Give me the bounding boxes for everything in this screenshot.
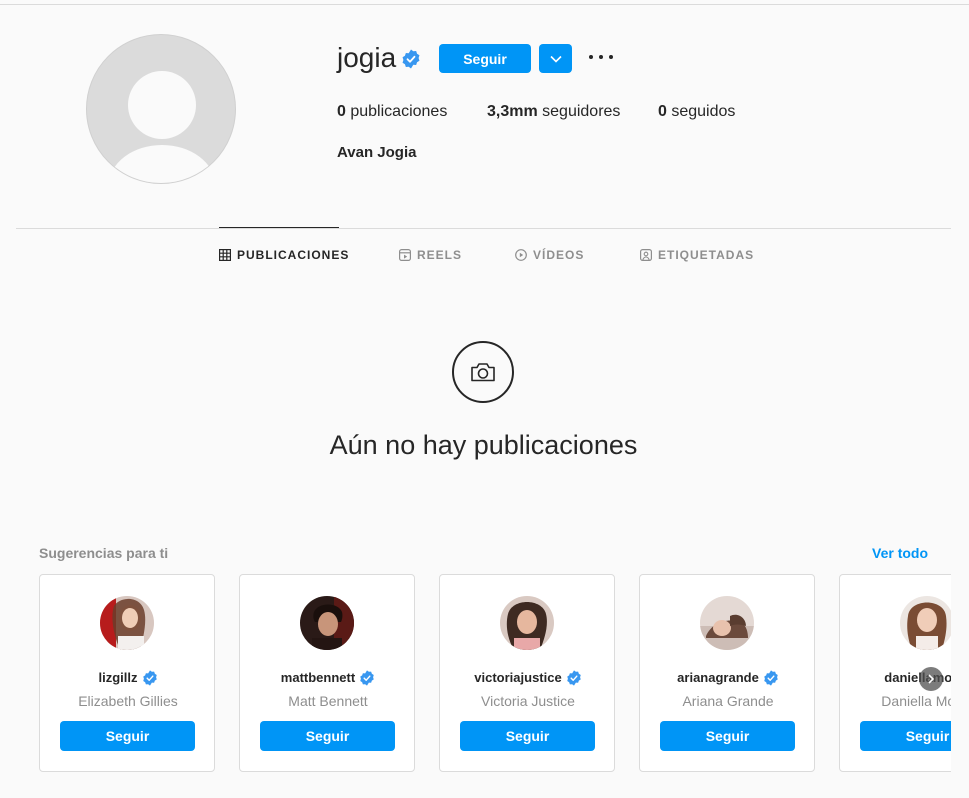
more-options-icon[interactable] bbox=[589, 47, 613, 67]
avatar[interactable] bbox=[700, 596, 754, 650]
suggestion-username-text: mattbennett bbox=[280, 670, 356, 685]
verified-badge-icon bbox=[142, 669, 157, 686]
verified-badge-icon bbox=[360, 669, 374, 686]
follow-button[interactable]: Seguir bbox=[860, 721, 951, 751]
suggestion-username-text: victoriajustice bbox=[474, 670, 562, 685]
suggestion-username-text: lizgillz bbox=[98, 670, 138, 685]
suggestion-username-text: arianagrande bbox=[677, 670, 759, 685]
suggestion-full-name: Elizabeth Gillies bbox=[78, 693, 178, 709]
suggestion-card: lizgillz Elizabeth Gillies Seguir bbox=[39, 574, 215, 772]
avatar-placeholder-head bbox=[128, 71, 196, 139]
avatar[interactable] bbox=[300, 596, 354, 650]
follow-button[interactable]: Seguir bbox=[439, 44, 531, 73]
follow-button[interactable]: Seguir bbox=[60, 721, 195, 751]
suggestion-username[interactable]: lizgillz bbox=[40, 669, 216, 686]
follow-button[interactable]: Seguir bbox=[660, 721, 795, 751]
suggestion-full-name: Daniella Monet bbox=[881, 693, 951, 709]
suggestion-full-name: Matt Bennett bbox=[288, 693, 368, 709]
profile-username: jogia bbox=[337, 42, 397, 73]
suggestion-card: arianagrande Ariana Grande Seguir bbox=[639, 574, 815, 772]
play-circle-icon bbox=[515, 249, 527, 261]
reels-icon bbox=[399, 249, 411, 261]
profile-avatar[interactable] bbox=[86, 34, 236, 184]
tab-posts-label: PUBLICACIONES bbox=[237, 248, 350, 262]
suggestion-full-name: Ariana Grande bbox=[682, 693, 774, 709]
suggestion-full-name: Victoria Justice bbox=[481, 693, 575, 709]
tab-tagged-label: ETIQUETADAS bbox=[658, 248, 755, 262]
tab-reels[interactable]: REELS bbox=[399, 248, 462, 262]
suggested-dropdown-button[interactable] bbox=[539, 44, 572, 73]
follow-button[interactable]: Seguir bbox=[260, 721, 395, 751]
camera-icon bbox=[452, 341, 514, 403]
tab-posts[interactable]: PUBLICACIONES bbox=[219, 248, 349, 262]
empty-state-title: Aún no hay publicaciones bbox=[0, 430, 969, 461]
avatar[interactable] bbox=[900, 596, 951, 650]
tab-reels-label: REELS bbox=[417, 248, 463, 262]
chevron-down-icon bbox=[549, 55, 562, 63]
suggestion-card: mattbennett Matt Bennett Seguir bbox=[239, 574, 415, 772]
tab-videos-label: VÍDEOS bbox=[533, 248, 585, 262]
chevron-right-icon bbox=[928, 674, 935, 684]
followers-stat[interactable]: 3,3mm seguidores bbox=[487, 103, 620, 121]
tab-tagged[interactable]: ETIQUETADAS bbox=[640, 248, 754, 262]
followers-count: 3,3mm bbox=[487, 103, 538, 120]
active-tab-indicator bbox=[219, 227, 339, 228]
posts-label: publicaciones bbox=[350, 103, 448, 120]
profile-full-name: Avan Jogia bbox=[337, 144, 417, 161]
tabs-divider bbox=[16, 228, 951, 229]
verified-badge-icon bbox=[764, 669, 778, 686]
followers-label: seguidores bbox=[542, 103, 621, 120]
suggestion-username[interactable]: arianagrande bbox=[640, 669, 816, 686]
follow-button[interactable]: Seguir bbox=[460, 721, 595, 751]
following-count: 0 bbox=[658, 103, 667, 120]
following-label: seguidos bbox=[671, 103, 736, 120]
avatar-placeholder-body bbox=[109, 145, 215, 183]
see-all-link[interactable]: Ver todo bbox=[872, 545, 928, 561]
posts-stat: 0 publicaciones bbox=[337, 103, 447, 121]
tab-videos[interactable]: VÍDEOS bbox=[515, 248, 584, 262]
suggestion-username[interactable]: victoriajustice bbox=[440, 669, 616, 686]
verified-badge-icon bbox=[402, 49, 420, 69]
posts-count: 0 bbox=[337, 103, 346, 120]
empty-state-text: Aún no hay publicaciones bbox=[329, 430, 638, 460]
suggestions-carousel: lizgillz Elizabeth Gillies Seguir mattbe… bbox=[39, 574, 951, 774]
avatar[interactable] bbox=[100, 596, 154, 650]
suggestion-card: victoriajustice Victoria Justice Seguir bbox=[439, 574, 615, 772]
verified-badge-icon bbox=[566, 669, 581, 686]
suggestions-title: Sugerencias para ti bbox=[39, 545, 169, 561]
carousel-next-button[interactable] bbox=[919, 667, 943, 691]
top-divider bbox=[0, 4, 969, 5]
following-stat[interactable]: 0 seguidos bbox=[658, 103, 735, 121]
tagged-icon bbox=[640, 249, 652, 261]
suggestion-username[interactable]: mattbennett bbox=[240, 669, 416, 686]
avatar[interactable] bbox=[500, 596, 554, 650]
grid-icon bbox=[219, 249, 231, 261]
